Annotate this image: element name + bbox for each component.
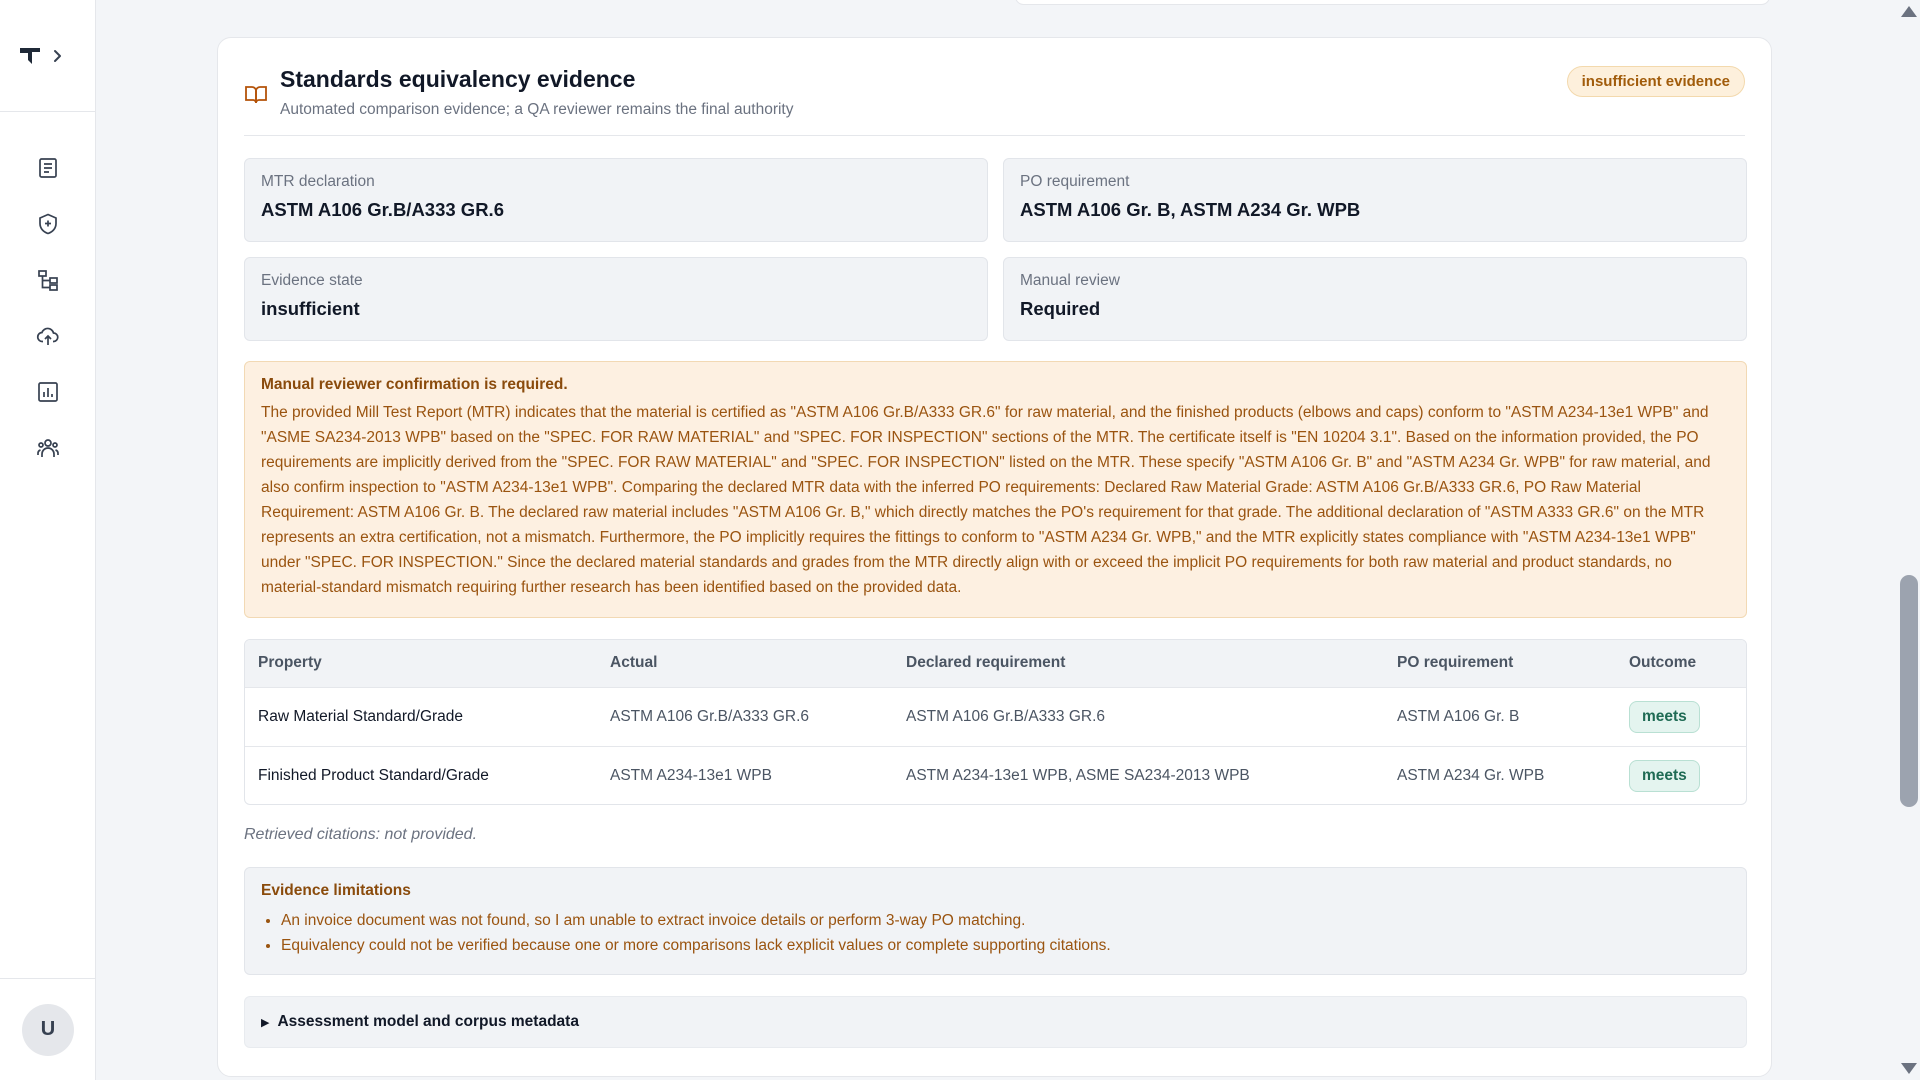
actual-cell: ASTM A234-13e1 WPB <box>597 745 893 804</box>
outcome-cell: meets <box>1616 686 1746 746</box>
scroll-down-arrow-icon[interactable] <box>1901 1063 1917 1074</box>
property-cell: Raw Material Standard/Grade <box>245 686 597 746</box>
table-row: Raw Material Standard/Grade ASTM A106 Gr… <box>245 686 1746 746</box>
logo-icon[interactable] <box>18 44 42 68</box>
previous-card-edge <box>1015 0 1770 5</box>
field-value: ASTM A106 Gr.B/A333 GR.6 <box>261 199 504 220</box>
po-requirement-cell: ASTM A106 Gr. B <box>1384 686 1616 746</box>
caret-right-icon: ▶ <box>261 1016 270 1029</box>
list-item: Equivalency could not be verified becaus… <box>281 933 1730 958</box>
comparison-table: Property Actual Declared requirement PO … <box>244 639 1747 805</box>
scrollbar-thumb[interactable] <box>1900 575 1918 807</box>
column-header: Property <box>245 640 597 687</box>
outcome-badge: meets <box>1629 759 1700 792</box>
notice-title: Manual reviewer confirmation is required… <box>261 376 568 393</box>
limitations-title: Evidence limitations <box>261 882 411 899</box>
evidence-state-field: Evidence state insufficient <box>244 257 988 341</box>
card-subtitle: Automated comparison evidence; a QA revi… <box>280 101 794 118</box>
field-label: Manual review <box>1020 272 1120 289</box>
metadata-toggle-label: Assessment model and corpus metadata <box>277 1013 579 1030</box>
column-header: Outcome <box>1616 640 1746 687</box>
table-header-row: Property Actual Declared requirement PO … <box>245 640 1746 687</box>
avatar[interactable]: U <box>22 1003 74 1056</box>
chevron-right-icon[interactable] <box>50 48 66 64</box>
sidebar-header <box>0 0 95 112</box>
scroll-up-arrow-icon[interactable] <box>1901 6 1917 17</box>
list-item: An invoice document was not found, so I … <box>281 908 1730 933</box>
hierarchy-icon <box>38 270 58 291</box>
metadata-disclosure-toggle[interactable]: ▶ Assessment model and corpus metadata <box>244 996 1747 1048</box>
sidebar-item-team[interactable] <box>0 420 96 476</box>
property-cell: Finished Product Standard/Grade <box>245 745 597 804</box>
field-value: insufficient <box>261 298 360 319</box>
column-header: PO requirement <box>1384 640 1616 687</box>
limitations-list: An invoice document was not found, so I … <box>261 908 1730 958</box>
actual-cell: ASTM A106 Gr.B/A333 GR.6 <box>597 686 893 746</box>
sidebar-item-compliance[interactable] <box>0 196 96 252</box>
field-label: PO requirement <box>1020 173 1130 190</box>
po-requirement-field: PO requirement ASTM A106 Gr. B, ASTM A23… <box>1003 158 1747 242</box>
card-title: Standards equivalency evidence <box>280 66 636 92</box>
field-label: Evidence state <box>261 272 363 289</box>
document-list-icon <box>39 158 57 178</box>
manual-review-notice: Manual reviewer confirmation is required… <box>244 361 1747 618</box>
declared-requirement-cell: ASTM A234-13e1 WPB, ASME SA234-2013 WPB <box>893 745 1384 804</box>
bar-chart-icon <box>38 382 58 402</box>
sidebar-nav <box>0 140 96 476</box>
sidebar-item-reports[interactable] <box>0 364 96 420</box>
column-header: Declared requirement <box>893 640 1384 687</box>
field-value: ASTM A106 Gr. B, ASTM A234 Gr. WPB <box>1020 199 1361 220</box>
outcome-cell: meets <box>1616 745 1746 804</box>
field-label: MTR declaration <box>261 173 375 190</box>
citations-note: Retrieved citations: not provided. <box>244 826 478 843</box>
sidebar-footer: U <box>0 978 96 1080</box>
notice-body: The provided Mill Test Report (MTR) indi… <box>261 404 1711 596</box>
users-icon <box>37 439 59 457</box>
declared-requirement-cell: ASTM A106 Gr.B/A333 GR.6 <box>893 686 1384 746</box>
manual-review-field: Manual review Required <box>1003 257 1747 341</box>
standards-equivalency-card: Standards equivalency evidence Automated… <box>217 37 1772 1077</box>
sidebar-item-upload[interactable] <box>0 308 96 364</box>
table-row: Finished Product Standard/Grade ASTM A23… <box>245 745 1746 804</box>
book-open-icon <box>245 86 267 104</box>
column-header: Actual <box>597 640 893 687</box>
card-header: Standards equivalency evidence Automated… <box>244 66 1745 136</box>
po-requirement-cell: ASTM A234 Gr. WPB <box>1384 745 1616 804</box>
sidebar-item-documents[interactable] <box>0 140 96 196</box>
sidebar-item-hierarchy[interactable] <box>0 252 96 308</box>
status-badge: insufficient evidence <box>1566 66 1745 97</box>
field-value: Required <box>1020 298 1101 319</box>
shield-plus-icon <box>39 213 57 235</box>
page-scrollbar[interactable] <box>1898 0 1920 1080</box>
cloud-upload-icon <box>36 327 59 345</box>
mtr-declaration-field: MTR declaration ASTM A106 Gr.B/A333 GR.6 <box>244 158 988 242</box>
sidebar: U <box>0 0 96 1080</box>
evidence-limitations: Evidence limitations An invoice document… <box>244 867 1747 975</box>
outcome-badge: meets <box>1629 700 1700 733</box>
